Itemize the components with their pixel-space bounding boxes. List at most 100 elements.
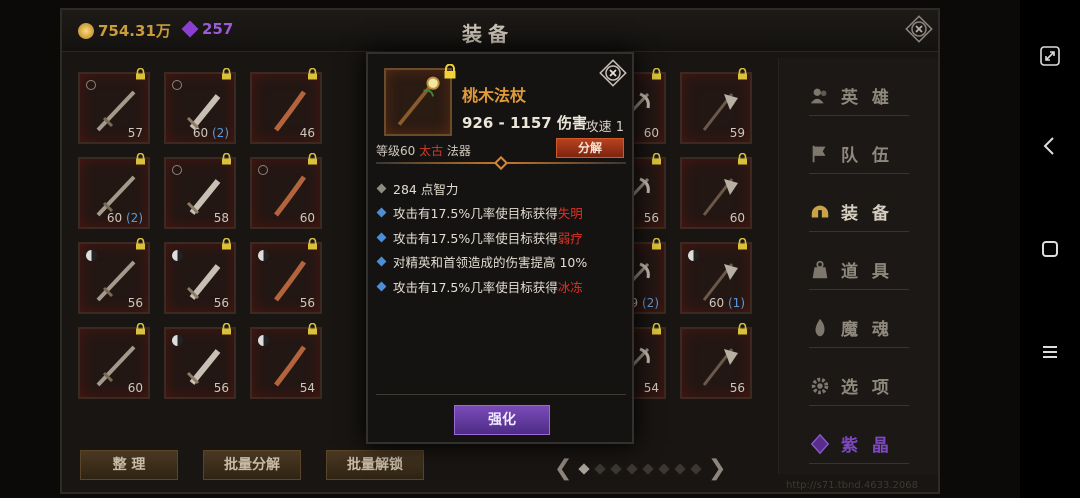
quality-dot-icon bbox=[172, 165, 182, 175]
item-type: 法器 bbox=[443, 144, 471, 158]
inventory-slot[interactable]: 46 bbox=[250, 68, 322, 144]
page-dot[interactable] bbox=[674, 462, 686, 475]
lock-icon[interactable] bbox=[737, 153, 748, 165]
lock-icon[interactable] bbox=[307, 323, 318, 335]
lock-icon[interactable] bbox=[221, 68, 232, 80]
lock-icon[interactable] bbox=[135, 153, 146, 165]
lock-icon[interactable] bbox=[307, 68, 318, 80]
level-bonus: (2) bbox=[122, 211, 143, 225]
inventory-slot[interactable]: 58 bbox=[164, 153, 236, 229]
level-bonus: (2) bbox=[208, 126, 229, 140]
decompose-button[interactable]: 分解 bbox=[556, 138, 624, 158]
back-icon[interactable] bbox=[1038, 134, 1062, 158]
popup-close-icon[interactable] bbox=[598, 58, 628, 88]
menu-item-label: 英 雄 bbox=[841, 88, 893, 108]
item-level: 60 bbox=[644, 126, 659, 140]
level-number: 56 bbox=[643, 211, 659, 225]
item-level: 60 bbox=[730, 211, 745, 225]
item-level: 56 bbox=[214, 381, 229, 395]
page-dot[interactable] bbox=[642, 462, 654, 475]
inventory-slot[interactable]: 60 (2) bbox=[164, 68, 236, 144]
level-number: 57 bbox=[127, 126, 143, 140]
enhance-button[interactable]: 强化 bbox=[454, 405, 550, 435]
inventory-slot[interactable]: 60 (1) bbox=[680, 238, 752, 314]
lock-icon[interactable] bbox=[651, 153, 662, 165]
close-icon[interactable] bbox=[904, 14, 934, 44]
quality-dot-icon bbox=[172, 80, 182, 90]
bag-icon bbox=[812, 260, 828, 278]
lock-icon[interactable] bbox=[221, 323, 232, 335]
lock-icon[interactable] bbox=[651, 238, 662, 250]
page-dot[interactable] bbox=[690, 462, 702, 475]
page-dot[interactable] bbox=[626, 462, 638, 475]
menu-item-bag[interactable]: 道 具 bbox=[809, 250, 909, 290]
inventory-slot[interactable]: 56 bbox=[164, 323, 236, 399]
inventory-slot[interactable]: 60 bbox=[680, 153, 752, 229]
item-level: 56 bbox=[644, 211, 659, 225]
menu-item-flag[interactable]: 队 伍 bbox=[809, 134, 909, 174]
stat-text: 攻击有17.5%几率使目标获得冰冻 bbox=[393, 279, 583, 295]
prev-page-icon[interactable]: ❮ bbox=[554, 456, 572, 481]
gold-counter: 754.31万 bbox=[78, 20, 171, 41]
quality-dot-icon bbox=[86, 80, 96, 90]
item-level: 56 bbox=[128, 296, 143, 310]
next-page-icon[interactable]: ❯ bbox=[708, 456, 726, 481]
item-level: 56 bbox=[300, 296, 315, 310]
level-number: 56 bbox=[729, 381, 745, 395]
lock-icon[interactable] bbox=[135, 68, 146, 80]
watermark: http://s71.tbnd.4633.2068 bbox=[786, 480, 918, 491]
page-dot[interactable] bbox=[658, 462, 670, 475]
page-dot[interactable] bbox=[594, 462, 606, 475]
menu-item-flame[interactable]: 魔 魂 bbox=[809, 308, 909, 348]
stat-line: 攻击有17.5%几率使目标获得失明 bbox=[376, 201, 587, 226]
yin-yang-icon bbox=[86, 250, 97, 261]
rotate-screen-icon[interactable] bbox=[1038, 44, 1062, 68]
inventory-slot[interactable]: 59 bbox=[680, 68, 752, 144]
page-dot[interactable] bbox=[610, 462, 622, 475]
yin-yang-icon bbox=[172, 335, 183, 346]
lock-icon[interactable] bbox=[307, 153, 318, 165]
lock-icon[interactable] bbox=[221, 238, 232, 250]
lock-icon[interactable] bbox=[307, 238, 318, 250]
lock-icon[interactable] bbox=[651, 68, 662, 80]
yin-yang-icon bbox=[258, 250, 269, 261]
batch-decompose-button[interactable]: 批量分解 bbox=[203, 450, 301, 480]
home-icon[interactable] bbox=[1038, 237, 1062, 261]
inventory-slot[interactable]: 56 bbox=[78, 238, 150, 314]
menu-item-helmet[interactable]: 装 备 bbox=[809, 192, 909, 232]
yin-yang-icon bbox=[172, 250, 183, 261]
inventory-slot[interactable]: 60 (2) bbox=[78, 153, 150, 229]
lock-icon[interactable] bbox=[221, 153, 232, 165]
menu-item-gear[interactable]: 选 项 bbox=[809, 366, 909, 406]
item-icon bbox=[384, 68, 452, 136]
inventory-slot[interactable]: 60 bbox=[78, 323, 150, 399]
lock-icon[interactable] bbox=[737, 68, 748, 80]
inventory-slot[interactable]: 60 bbox=[250, 153, 322, 229]
level-number: 59 bbox=[729, 126, 745, 140]
lock-icon[interactable] bbox=[651, 323, 662, 335]
menu-item-crystal[interactable]: 紫 晶 bbox=[809, 424, 909, 464]
menu-item-hero[interactable]: 英 雄 bbox=[809, 76, 909, 116]
level-number: 46 bbox=[299, 126, 315, 140]
stat-effect: 弱疗 bbox=[557, 230, 583, 246]
inventory-slot[interactable]: 54 bbox=[250, 323, 322, 399]
lock-icon[interactable] bbox=[443, 64, 457, 79]
item-damage: 926 - 1157 伤害 bbox=[462, 114, 587, 132]
inventory-slot[interactable]: 56 bbox=[164, 238, 236, 314]
lock-icon[interactable] bbox=[737, 238, 748, 250]
inventory-slot[interactable]: 56 bbox=[250, 238, 322, 314]
stat-text: 284 点智力 bbox=[393, 181, 459, 197]
lock-icon[interactable] bbox=[135, 323, 146, 335]
lock-icon[interactable] bbox=[737, 323, 748, 335]
inventory-slot[interactable]: 57 bbox=[78, 68, 150, 144]
page-dot[interactable] bbox=[578, 462, 590, 475]
lock-icon[interactable] bbox=[135, 238, 146, 250]
menu-icon[interactable] bbox=[1038, 340, 1062, 364]
sort-button[interactable]: 整 理 bbox=[80, 450, 178, 480]
stat-line: 攻击有17.5%几率使目标获得冰冻 bbox=[376, 274, 587, 299]
inventory-slot[interactable]: 56 bbox=[680, 323, 752, 399]
batch-unlock-button[interactable]: 批量解锁 bbox=[326, 450, 424, 480]
level-number: 60 bbox=[299, 211, 315, 225]
item-level: 60 (1) bbox=[709, 296, 745, 310]
gem-counter: 257 bbox=[181, 20, 233, 38]
